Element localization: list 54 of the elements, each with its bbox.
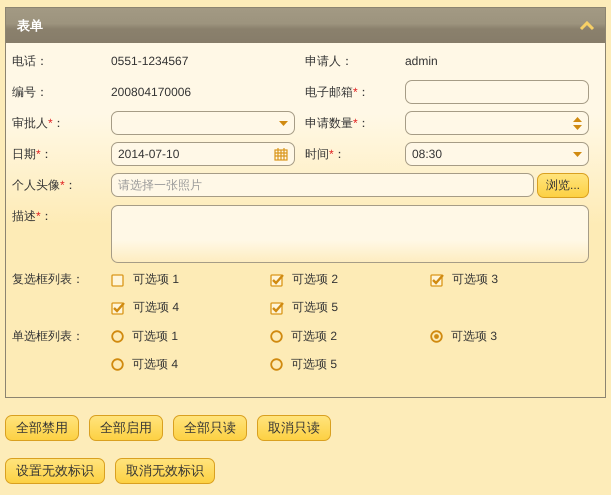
option-label[interactable]: 可选项 1 xyxy=(132,328,178,345)
field-value: 200804170006 xyxy=(111,85,192,99)
collapse-icon[interactable] xyxy=(579,20,595,31)
number-field[interactable] xyxy=(405,111,589,135)
field-value: admin xyxy=(405,54,439,68)
input-field[interactable] xyxy=(405,80,589,104)
caret-icon[interactable] xyxy=(573,152,582,156)
calendar-icon[interactable] xyxy=(274,147,288,161)
option-label[interactable]: 可选项 2 xyxy=(291,328,338,345)
radio-button[interactable] xyxy=(270,330,283,343)
option-label[interactable]: 可选项 3 xyxy=(451,328,498,345)
radio-button[interactable] xyxy=(111,330,124,343)
field-label: 复选框列表： xyxy=(12,271,85,288)
option-label[interactable]: 可选项 4 xyxy=(133,299,180,316)
action-button[interactable]: 设置无效标识 xyxy=(5,458,105,484)
action-button[interactable]: 全部禁用 xyxy=(5,415,79,441)
action-button[interactable]: 取消无效标识 xyxy=(115,458,215,484)
spinner-icon[interactable] xyxy=(573,116,582,130)
panel-title: 表单 xyxy=(17,16,43,34)
checkbox[interactable] xyxy=(270,272,284,287)
date-field[interactable]: 2014-07-10 xyxy=(111,142,295,166)
field-label: 审批人*： xyxy=(12,114,66,132)
action-button[interactable]: 取消只读 xyxy=(257,415,331,441)
field-label: 描述*： xyxy=(12,208,54,225)
field-label: 日期*： xyxy=(12,146,54,162)
radio-button[interactable] xyxy=(270,358,283,371)
dropdown-field[interactable] xyxy=(111,111,295,135)
checkbox[interactable] xyxy=(270,300,284,315)
browse-button[interactable]: 浏览... xyxy=(536,173,589,198)
field-label: 电话： xyxy=(12,52,49,70)
option-label[interactable]: 可选项 4 xyxy=(132,356,178,373)
field-label: 申请数量*： xyxy=(305,114,371,132)
checkbox[interactable] xyxy=(111,300,125,315)
field-value: 0551-1234567 xyxy=(111,54,190,68)
field-label: 申请人： xyxy=(305,52,354,70)
text-area[interactable] xyxy=(111,205,589,263)
option-label[interactable]: 可选项 2 xyxy=(292,271,338,288)
caret-icon[interactable] xyxy=(279,120,288,126)
field-label: 个人头像*： xyxy=(12,177,78,194)
option-label[interactable]: 可选项 1 xyxy=(133,271,180,288)
radio-button[interactable] xyxy=(430,330,443,343)
field-label: 编号： xyxy=(12,84,49,100)
option-label[interactable]: 可选项 3 xyxy=(452,271,498,288)
option-label[interactable]: 可选项 5 xyxy=(292,299,338,316)
checkbox[interactable] xyxy=(111,272,125,287)
field-label: 电子邮箱*： xyxy=(305,84,371,100)
action-button[interactable]: 全部启用 xyxy=(89,415,163,441)
dropdown-field[interactable]: 08:30 xyxy=(405,142,589,166)
checkbox[interactable] xyxy=(430,272,444,287)
field-label: 时间*： xyxy=(305,146,347,162)
radio-button[interactable] xyxy=(111,358,124,371)
action-button[interactable]: 全部只读 xyxy=(173,415,247,441)
option-label[interactable]: 可选项 5 xyxy=(291,356,338,373)
field-label: 单选框列表： xyxy=(12,328,85,345)
